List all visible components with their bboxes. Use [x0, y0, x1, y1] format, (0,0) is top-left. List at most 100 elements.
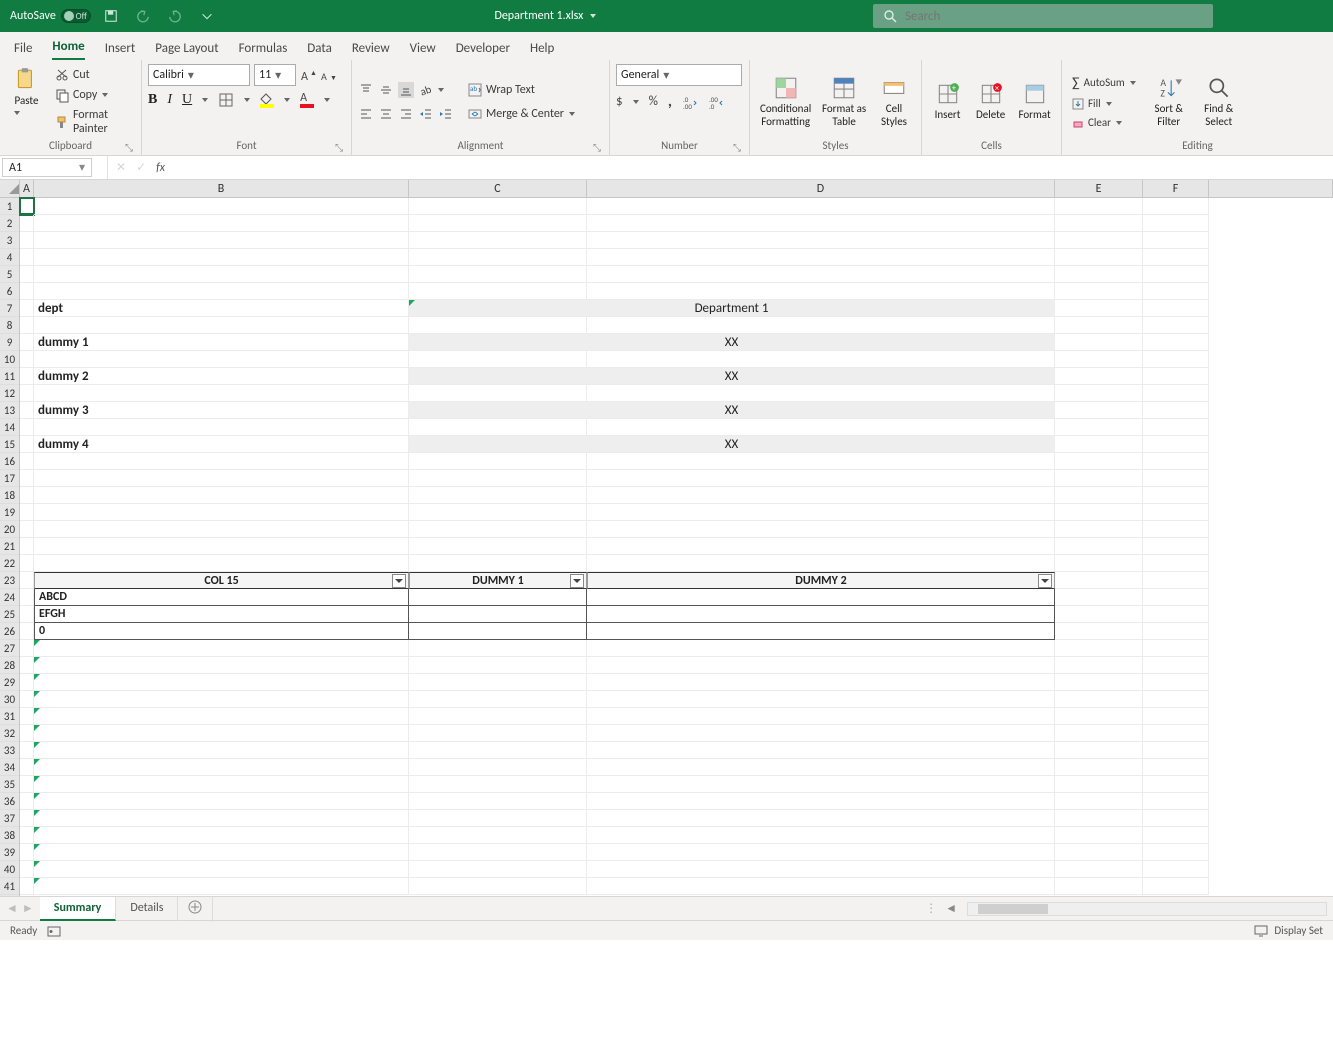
cell[interactable]: [1143, 351, 1209, 368]
table-header[interactable]: DUMMY 1: [409, 572, 587, 589]
cell[interactable]: [409, 657, 587, 674]
cell[interactable]: [587, 266, 1055, 283]
align-bottom-icon[interactable]: [398, 82, 414, 98]
cell[interactable]: [1055, 810, 1143, 827]
cell[interactable]: [1055, 351, 1143, 368]
cell[interactable]: [34, 657, 409, 674]
row-header[interactable]: 4: [0, 249, 19, 266]
cell[interactable]: [1143, 487, 1209, 504]
row-header[interactable]: 18: [0, 487, 19, 504]
cell[interactable]: [34, 470, 409, 487]
row-header[interactable]: 8: [0, 317, 19, 334]
search-input[interactable]: [905, 9, 1203, 24]
tab-developer[interactable]: Developer: [456, 37, 510, 60]
hscroll-left-icon[interactable]: ◄: [941, 901, 961, 916]
paste-button[interactable]: Paste: [6, 67, 47, 137]
row-header[interactable]: 36: [0, 793, 19, 810]
cell[interactable]: [20, 419, 34, 436]
cell[interactable]: [409, 198, 587, 215]
tab-view[interactable]: View: [410, 37, 436, 60]
cell[interactable]: [1143, 504, 1209, 521]
name-box[interactable]: A1▾: [2, 158, 92, 177]
cell[interactable]: [1143, 334, 1209, 351]
cell[interactable]: [34, 725, 409, 742]
cell[interactable]: [20, 368, 34, 385]
cell[interactable]: [1143, 317, 1209, 334]
filter-dropdown-icon[interactable]: [1038, 574, 1052, 588]
cell[interactable]: [587, 555, 1055, 572]
cell[interactable]: [1143, 300, 1209, 317]
cell[interactable]: [587, 198, 1055, 215]
cell[interactable]: [34, 504, 409, 521]
cell[interactable]: [1143, 538, 1209, 555]
cell[interactable]: [409, 742, 587, 759]
cell[interactable]: [20, 266, 34, 283]
cell[interactable]: [1055, 385, 1143, 402]
cell[interactable]: [409, 283, 587, 300]
cell[interactable]: [20, 657, 34, 674]
row-header[interactable]: 1: [0, 198, 19, 215]
cell[interactable]: [1143, 623, 1209, 640]
font-name-combo[interactable]: Calibri▾: [148, 64, 250, 86]
cell[interactable]: [1055, 249, 1143, 266]
cell[interactable]: [20, 198, 34, 215]
macro-record-icon[interactable]: [47, 924, 61, 938]
cell[interactable]: [34, 283, 409, 300]
cell[interactable]: [1055, 300, 1143, 317]
cell[interactable]: [34, 538, 409, 555]
cell[interactable]: [1055, 436, 1143, 453]
chevron-down-icon[interactable]: [324, 95, 330, 105]
number-format-combo[interactable]: General▾: [616, 64, 742, 86]
sheet-tab-details[interactable]: Details: [116, 897, 178, 921]
tab-split-handle-icon[interactable]: ⋮: [921, 901, 941, 916]
cell[interactable]: [409, 827, 587, 844]
cell[interactable]: [409, 385, 587, 402]
cell[interactable]: [34, 861, 409, 878]
qat-customize-icon[interactable]: [195, 4, 219, 28]
cell[interactable]: [1143, 436, 1209, 453]
table-cell[interactable]: [587, 606, 1055, 623]
cell[interactable]: [1143, 776, 1209, 793]
cell[interactable]: [20, 674, 34, 691]
cell[interactable]: [587, 742, 1055, 759]
cell[interactable]: [20, 351, 34, 368]
cell[interactable]: [587, 317, 1055, 334]
cell[interactable]: [587, 776, 1055, 793]
title-dropdown-icon[interactable]: [589, 12, 597, 20]
cell[interactable]: [34, 249, 409, 266]
row-header[interactable]: 34: [0, 759, 19, 776]
cell[interactable]: [409, 453, 587, 470]
cell[interactable]: [587, 453, 1055, 470]
cell[interactable]: dummy 4: [34, 436, 409, 453]
increase-font-icon[interactable]: A▲: [300, 67, 316, 83]
cell[interactable]: [587, 470, 1055, 487]
cell[interactable]: [409, 555, 587, 572]
cell[interactable]: [20, 572, 34, 589]
row-header[interactable]: 29: [0, 674, 19, 691]
cell[interactable]: [1143, 555, 1209, 572]
table-cell[interactable]: ABCD: [34, 589, 409, 606]
cell[interactable]: [1143, 589, 1209, 606]
row-header[interactable]: 32: [0, 725, 19, 742]
cell[interactable]: [587, 487, 1055, 504]
cell[interactable]: [1055, 725, 1143, 742]
cell[interactable]: [34, 640, 409, 657]
row-header[interactable]: 24: [0, 589, 19, 606]
cell[interactable]: [587, 759, 1055, 776]
cell[interactable]: [1055, 555, 1143, 572]
cell[interactable]: [20, 317, 34, 334]
cell[interactable]: [34, 555, 409, 572]
cell[interactable]: [1055, 640, 1143, 657]
row-header[interactable]: 21: [0, 538, 19, 555]
format-as-table-button[interactable]: Format as Table: [819, 67, 869, 137]
tab-data[interactable]: Data: [307, 37, 332, 60]
fill-color-button[interactable]: [260, 93, 274, 108]
chevron-down-icon[interactable]: [284, 95, 290, 105]
cell[interactable]: [34, 742, 409, 759]
cell[interactable]: [409, 776, 587, 793]
cell[interactable]: [1143, 215, 1209, 232]
cell[interactable]: [587, 504, 1055, 521]
tab-file[interactable]: File: [14, 37, 32, 60]
cell[interactable]: [1143, 419, 1209, 436]
italic-button[interactable]: I: [167, 92, 172, 108]
